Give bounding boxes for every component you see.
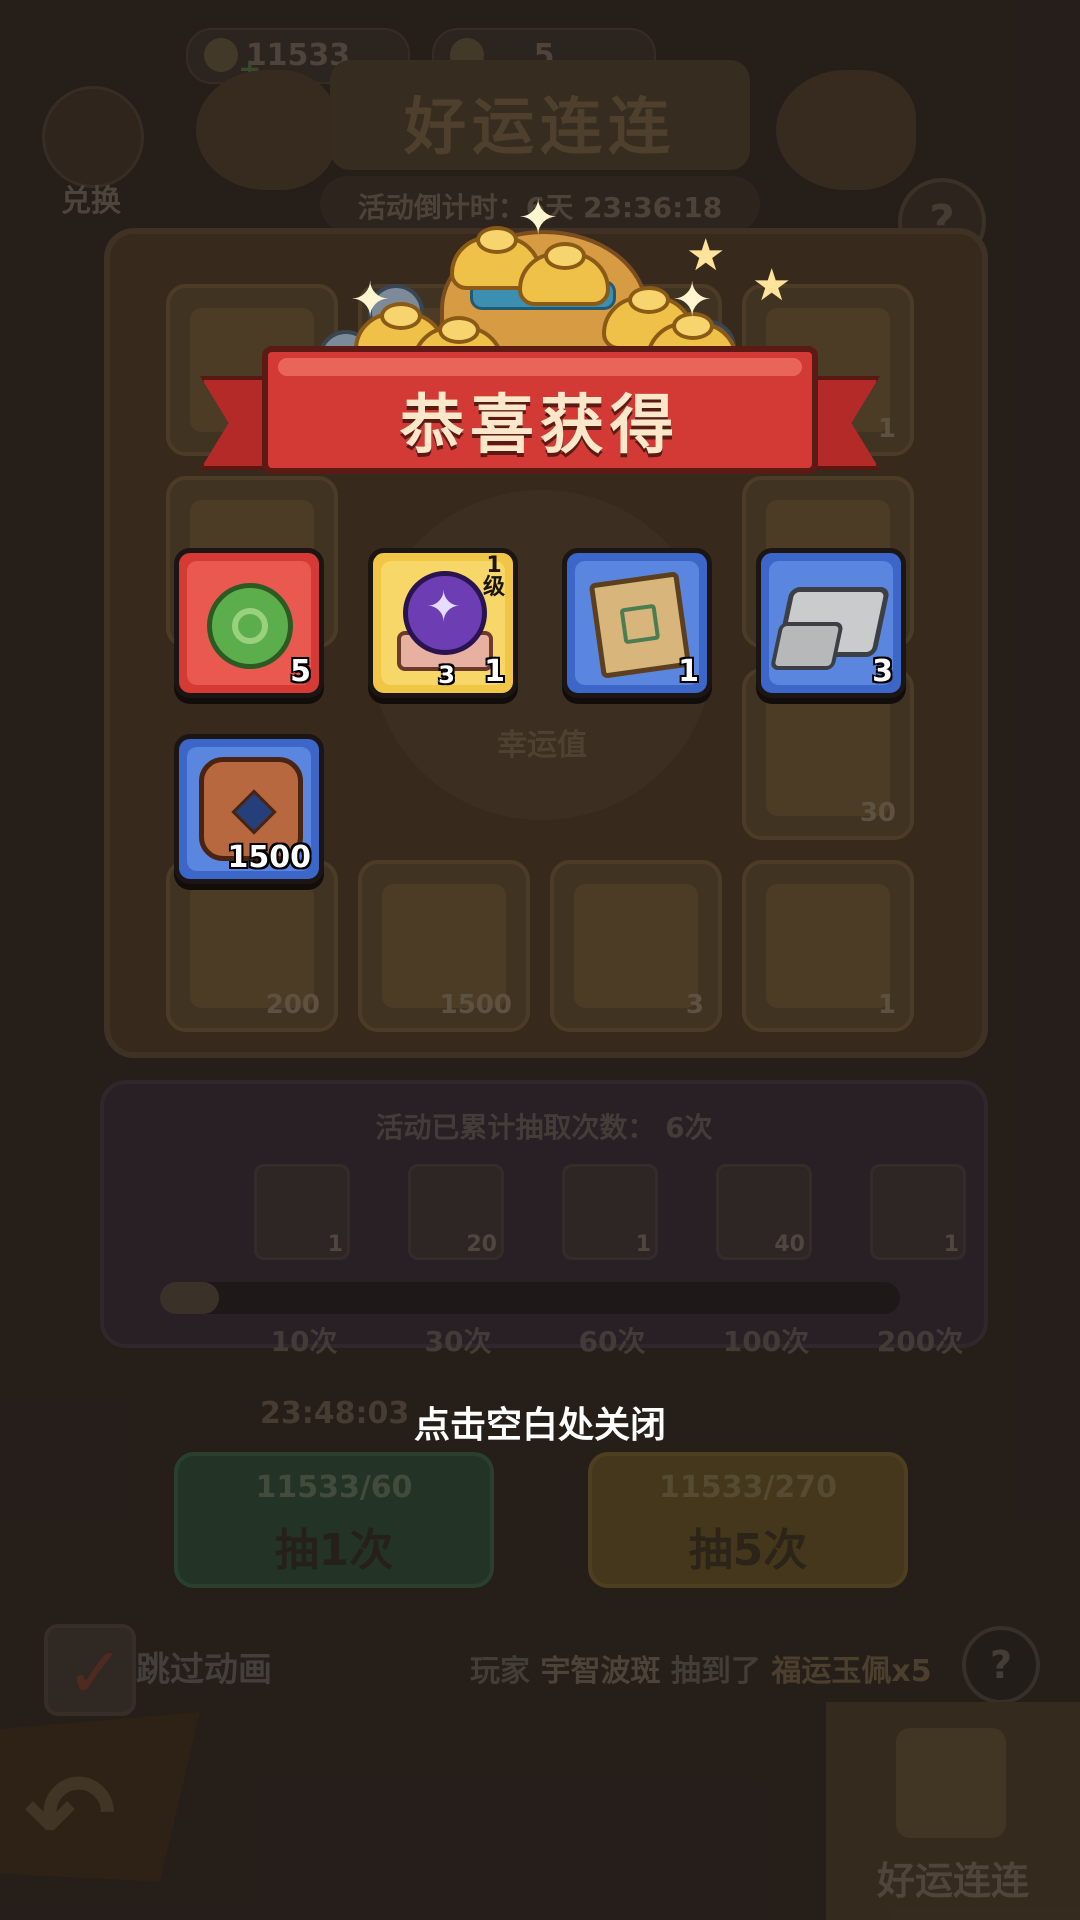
reward-item[interactable]: 5	[174, 548, 324, 698]
reward-count: 5	[290, 654, 311, 689]
stone-icon	[775, 587, 891, 657]
close-hint: 点击空白处关闭	[413, 1405, 666, 1446]
reward-count: 3	[872, 654, 893, 689]
reward-item[interactable]: 3	[756, 548, 906, 698]
star-icon: ★	[752, 260, 792, 311]
jade-pendant-icon	[207, 583, 293, 669]
scroll-icon	[588, 571, 692, 679]
reward-count: 1500	[227, 840, 312, 875]
congrats-banner: 恭喜获得	[262, 346, 818, 474]
reward-item[interactable]: 1	[562, 548, 712, 698]
reward-item[interactable]: 1级 3 1	[368, 548, 518, 698]
reward-count: 1	[484, 654, 505, 689]
star-icon: ★	[686, 230, 726, 281]
reward-level: 1级	[482, 553, 505, 600]
popup-title: 恭喜获得	[400, 389, 680, 463]
purple-orb-icon	[403, 571, 487, 655]
gold-ingot-icon	[518, 242, 610, 306]
sparkle-icon: ✦	[350, 272, 391, 328]
reward-item[interactable]: 1500	[174, 734, 324, 884]
sparkle-icon: ✦	[518, 190, 559, 246]
reward-count: 1	[678, 654, 699, 689]
reward-stars: 3	[438, 661, 455, 689]
